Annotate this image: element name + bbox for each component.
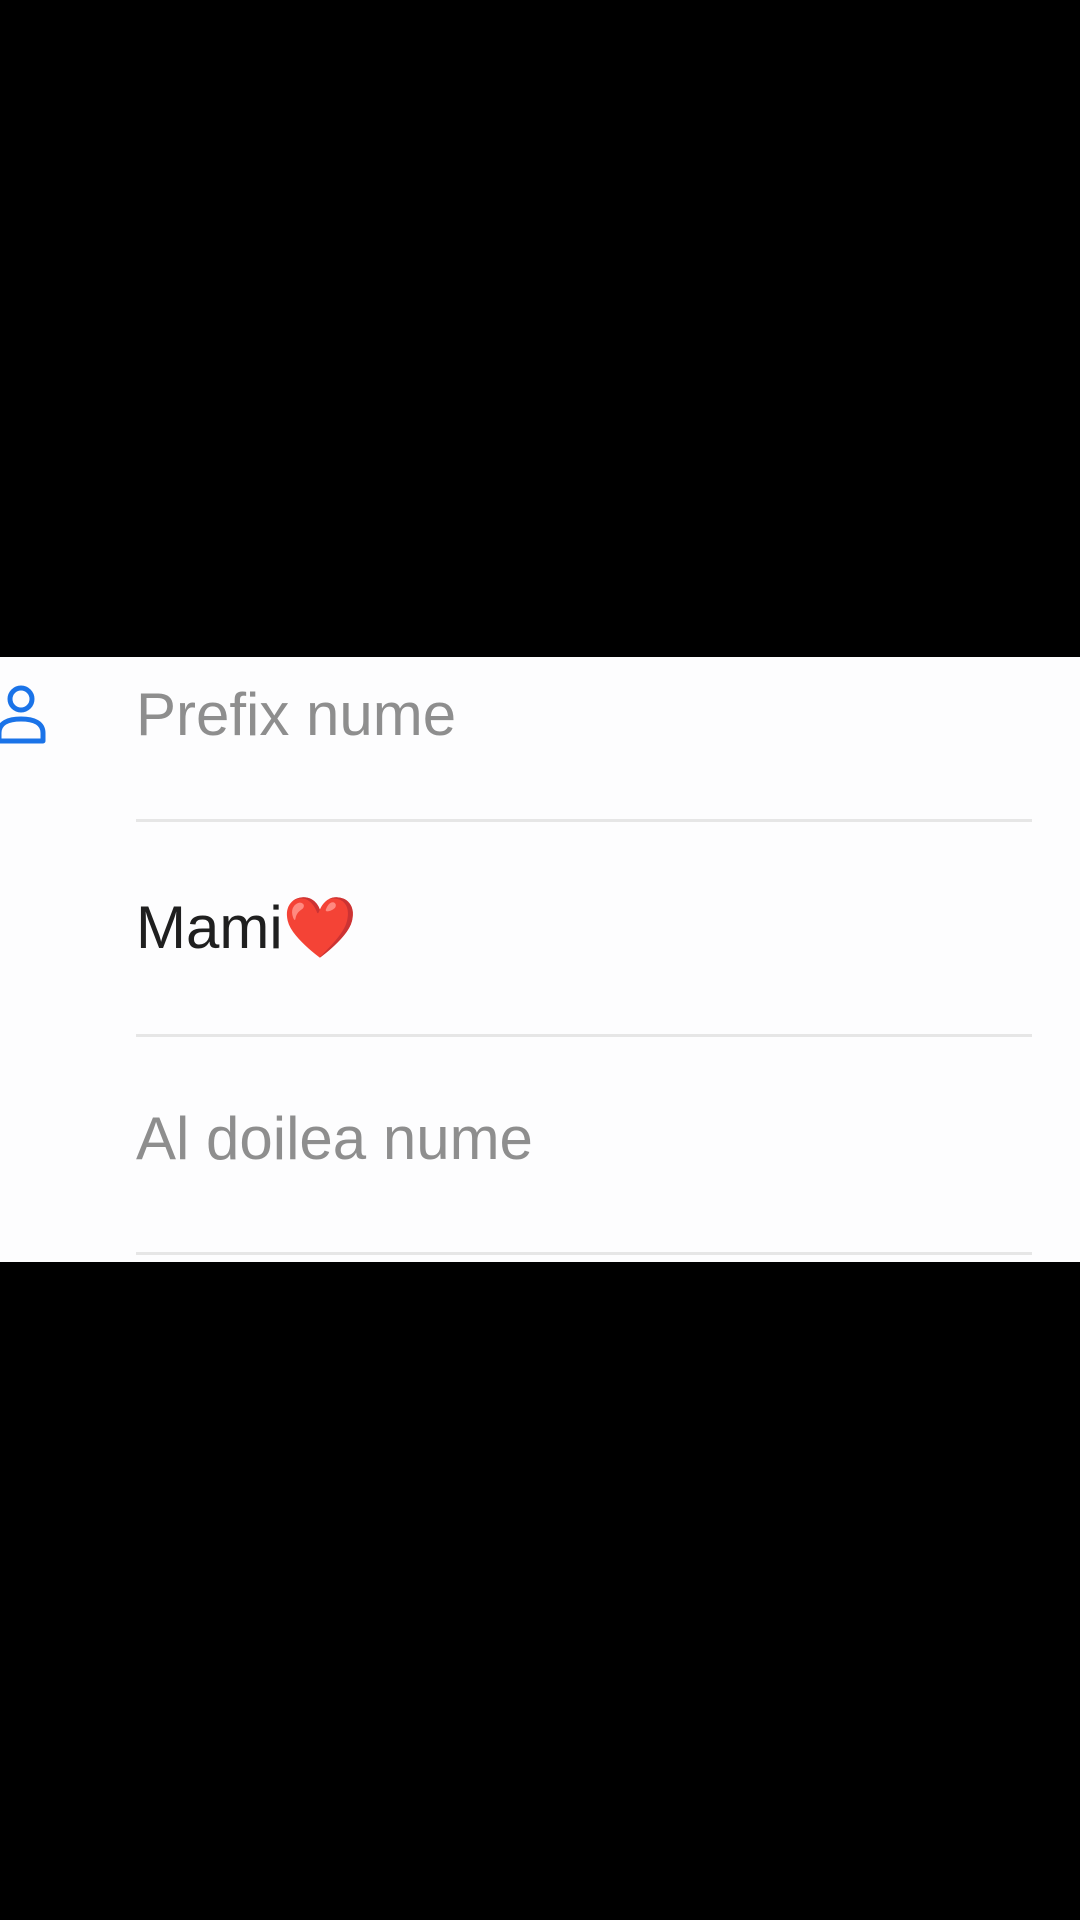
person-icon <box>0 685 46 744</box>
middle-name-placeholder: Al doilea nume <box>136 1105 533 1172</box>
letterbox-top <box>0 0 1080 657</box>
middle-name-field[interactable]: Al doilea nume <box>136 1041 1032 1262</box>
name-prefix-field[interactable]: Prefix nume <box>136 657 1032 824</box>
first-name-value: Mami❤️ <box>136 892 357 964</box>
name-form-panel: Prefix nume Mami❤️ Al doilea nume <box>0 657 1080 1262</box>
first-name-field[interactable]: Mami❤️ <box>136 824 1032 1041</box>
name-prefix-underline <box>136 819 1032 822</box>
middle-name-underline <box>136 1252 1032 1255</box>
first-name-text: Mami <box>136 894 283 961</box>
letterbox-bottom <box>0 1262 1080 1920</box>
heart-emoji-icon: ❤️ <box>282 894 358 961</box>
first-name-underline <box>136 1034 1032 1037</box>
name-prefix-placeholder: Prefix nume <box>136 681 457 748</box>
